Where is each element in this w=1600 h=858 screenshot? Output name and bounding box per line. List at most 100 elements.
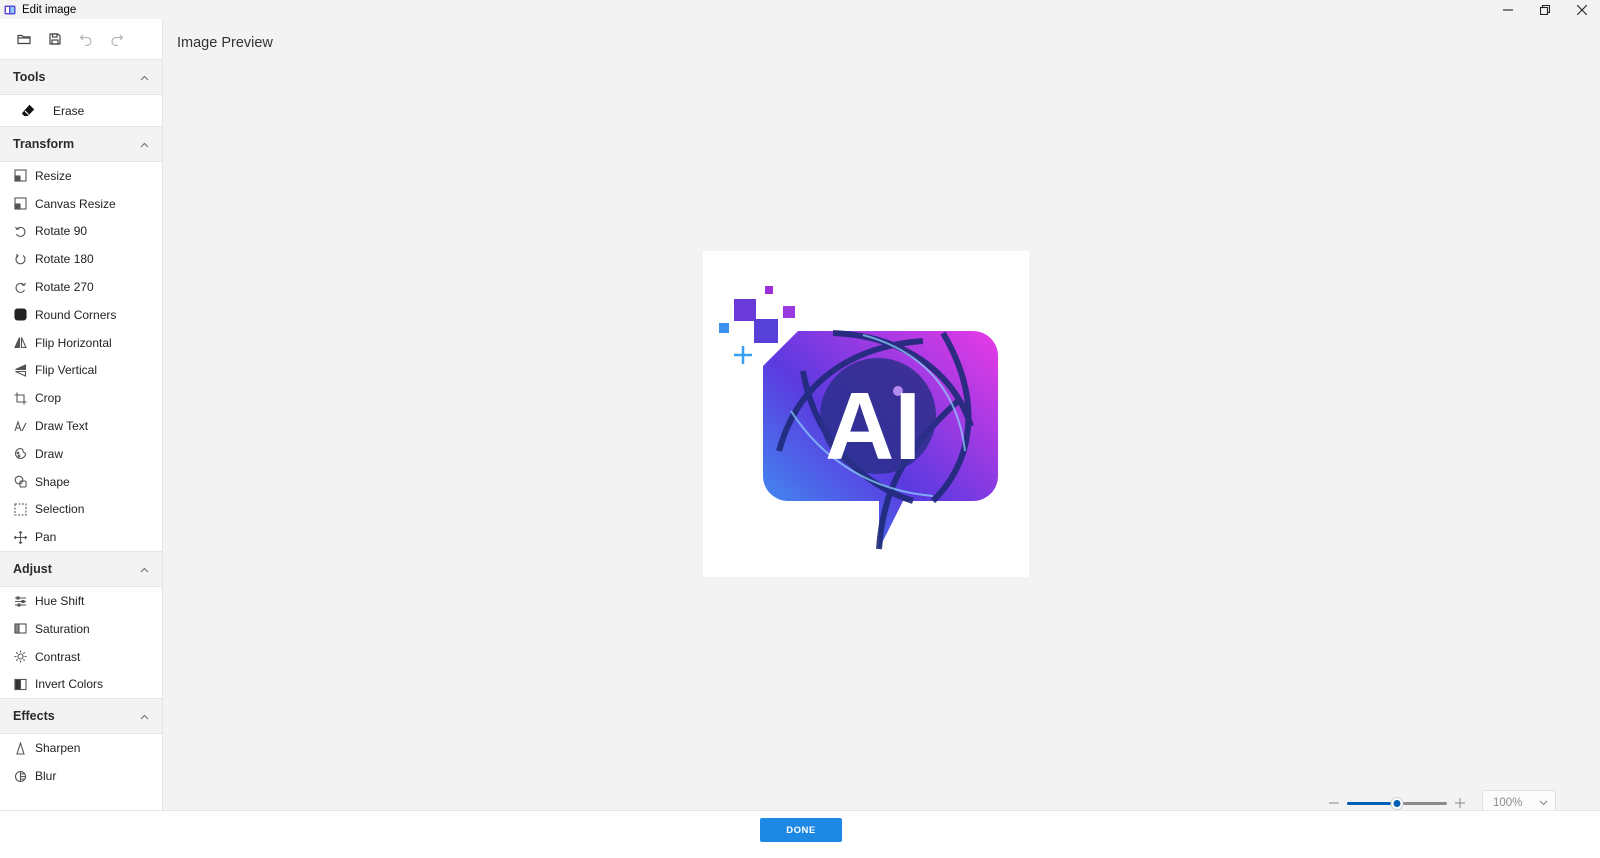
canvas-resize-icon: [13, 197, 27, 211]
transform-draw-label: Draw: [35, 446, 64, 461]
effects-sharpen-label: Sharpen: [35, 741, 81, 756]
toolbar: [0, 19, 162, 59]
adjust-section-header[interactable]: Adjust: [0, 551, 162, 588]
chevron-up-icon: [140, 68, 149, 86]
zoom-slider-thumb[interactable]: [1391, 798, 1403, 809]
maximize-button[interactable]: [1526, 0, 1563, 19]
plus-icon: [1455, 798, 1465, 808]
minimize-icon: [1502, 8, 1513, 11]
transform-flip-horizontal[interactable]: Flip Horizontal: [0, 329, 162, 357]
window-title: Edit image: [22, 3, 77, 16]
transform-crop[interactable]: Crop: [0, 384, 162, 412]
transform-draw[interactable]: Draw: [0, 440, 162, 468]
contrast-icon: [13, 650, 27, 664]
effects-section-title: Effects: [13, 709, 55, 724]
transform-rotate-270[interactable]: Rotate 270: [0, 273, 162, 301]
transform-list: Resize Canvas Resize Rotate 90 Rotate 18…: [0, 162, 162, 551]
transform-crop-label: Crop: [35, 391, 62, 406]
pan-icon: [13, 530, 27, 544]
main-area: Image Preview AI 100%: [164, 19, 1600, 816]
preview-title: Image Preview: [177, 35, 273, 51]
restore-icon: [1539, 4, 1550, 15]
flip-vertical-icon: [13, 363, 27, 377]
image-canvas[interactable]: AI: [703, 251, 1029, 577]
sharpen-icon: [13, 741, 27, 755]
zoom-slider-fill: [1347, 802, 1397, 805]
tool-erase[interactable]: Erase: [0, 95, 162, 126]
transform-pan-label: Pan: [35, 530, 57, 545]
tools-section-header[interactable]: Tools: [0, 59, 162, 95]
zoom-level-value: 100%: [1493, 797, 1523, 809]
ai-logo-text: AI: [825, 373, 921, 480]
zoom-slider[interactable]: [1347, 795, 1447, 811]
chevron-up-icon: [140, 707, 149, 725]
rotate-270-icon: [13, 280, 27, 294]
shape-icon: [13, 475, 27, 489]
adjust-invert-colors-label: Invert Colors: [35, 677, 104, 692]
round-corners-icon: [13, 308, 27, 322]
transform-selection[interactable]: Selection: [0, 496, 162, 524]
transform-section-header[interactable]: Transform: [0, 126, 162, 162]
effects-list: Sharpen Blur: [0, 734, 162, 790]
eraser-icon: [21, 104, 35, 118]
save-button[interactable]: [46, 30, 64, 48]
transform-rotate-180[interactable]: Rotate 180: [0, 245, 162, 273]
adjust-saturation[interactable]: Saturation: [0, 615, 162, 643]
transform-round-corners-label: Round Corners: [35, 307, 117, 322]
chevron-up-icon: [140, 560, 149, 578]
transform-shape[interactable]: Shape: [0, 468, 162, 496]
ai-logo-image: AI: [719, 286, 998, 550]
transform-resize[interactable]: Resize: [0, 162, 162, 190]
transform-draw-text-label: Draw Text: [35, 419, 89, 434]
rotate-90-icon: [13, 224, 27, 238]
transform-round-corners[interactable]: Round Corners: [0, 301, 162, 329]
transform-rotate-90[interactable]: Rotate 90: [0, 218, 162, 246]
transform-canvas-resize[interactable]: Canvas Resize: [0, 190, 162, 218]
zoom-out-button[interactable]: [1328, 797, 1340, 809]
transform-resize-label: Resize: [35, 168, 72, 183]
open-button[interactable]: [15, 30, 33, 48]
adjust-invert-colors[interactable]: Invert Colors: [0, 671, 162, 699]
chevron-up-icon: [140, 135, 149, 153]
chevron-down-icon: [1539, 800, 1548, 806]
rotate-180-icon: [13, 252, 27, 266]
title-bar: Edit image: [0, 0, 1600, 19]
transform-pan[interactable]: Pan: [0, 523, 162, 551]
hue-shift-icon: [13, 594, 27, 608]
effects-blur[interactable]: Blur: [0, 762, 162, 790]
transform-draw-text[interactable]: Draw Text: [0, 412, 162, 440]
transform-flip-vertical[interactable]: Flip Vertical: [0, 357, 162, 385]
flip-horizontal-icon: [13, 336, 27, 350]
sidebar: Tools Erase Transform Resize Canvas Resi…: [0, 19, 163, 825]
open-folder-icon: [17, 34, 31, 45]
adjust-hue-shift[interactable]: Hue Shift: [0, 587, 162, 615]
save-icon: [49, 33, 61, 45]
done-button[interactable]: DONE: [760, 818, 842, 842]
blur-icon: [13, 769, 27, 783]
zoom-in-button[interactable]: [1454, 797, 1466, 809]
transform-canvas-resize-label: Canvas Resize: [35, 196, 116, 211]
close-icon: [1576, 4, 1587, 15]
close-button[interactable]: [1563, 0, 1600, 19]
tool-erase-label: Erase: [53, 103, 85, 118]
adjust-contrast[interactable]: Contrast: [0, 643, 162, 671]
undo-button[interactable]: [77, 30, 95, 48]
adjust-hue-shift-label: Hue Shift: [35, 594, 85, 609]
minimize-button[interactable]: [1489, 0, 1526, 19]
draw-icon: [13, 447, 27, 461]
app-icon: [4, 5, 16, 14]
resize-icon: [13, 169, 27, 183]
adjust-list: Hue Shift Saturation Contrast Invert Col…: [0, 587, 162, 698]
transform-section-title: Transform: [13, 137, 75, 151]
redo-button[interactable]: [108, 30, 126, 48]
effects-sharpen[interactable]: Sharpen: [0, 734, 162, 762]
transform-rotate-180-label: Rotate 180: [35, 252, 94, 267]
transform-rotate-90-label: Rotate 90: [35, 224, 88, 239]
transform-rotate-270-label: Rotate 270: [35, 280, 94, 295]
adjust-contrast-label: Contrast: [35, 649, 81, 664]
effects-section-header[interactable]: Effects: [0, 698, 162, 735]
draw-text-icon: [13, 419, 27, 433]
transform-shape-label: Shape: [35, 474, 70, 489]
transform-flip-vertical-label: Flip Vertical: [35, 363, 98, 378]
transform-flip-horizontal-label: Flip Horizontal: [35, 335, 112, 350]
